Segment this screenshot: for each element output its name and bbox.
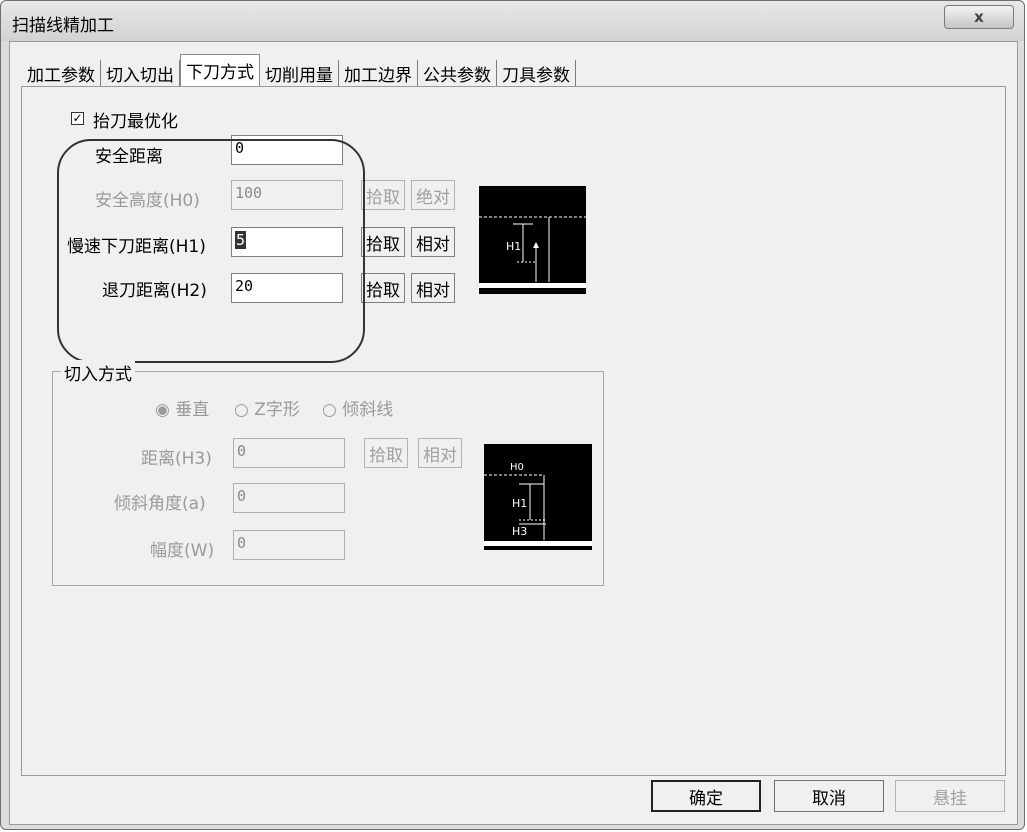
entry-diagram-h1-text: H1: [512, 497, 527, 510]
amplitude-label: 幅度(W): [150, 541, 215, 561]
radio-empty-icon: ○: [234, 400, 249, 420]
safe-height-pick-button[interactable]: 拾取: [361, 180, 405, 210]
tab-tool-params[interactable]: 刀具参数: [497, 60, 576, 86]
ok-button[interactable]: 确定: [651, 780, 761, 812]
tab-strip: 加工参数 切入切出 下刀方式 切削用量 加工边界 公共参数 刀具参数: [22, 54, 576, 86]
slow-feed-pick-button[interactable]: 拾取: [361, 227, 405, 257]
tab-cutting-amount[interactable]: 切削用量: [260, 60, 339, 86]
entry-diagram-h0-text: H0: [510, 462, 524, 473]
dialog-window: 扫描线精加工 x 加工参数 切入切出 下刀方式 切削用量 加工边界 公共参数 刀…: [0, 0, 1025, 830]
entry-pick-button[interactable]: 拾取: [364, 438, 408, 468]
slow-feed-value: 5: [235, 231, 247, 249]
slow-feed-label: 慢速下刀距离(H1): [67, 237, 206, 257]
tab-machining-params[interactable]: 加工参数: [22, 60, 101, 86]
slow-feed-relative-button[interactable]: 相对: [411, 227, 455, 257]
entry-distance-field[interactable]: 0: [233, 438, 345, 468]
plunge-tab-panel: ✓ 抬刀最优化 安全距离 0 安全高度(H0) 100 拾取 绝对 慢速下刀距离…: [21, 86, 1006, 776]
entry-diagram-h3-text: H3: [512, 525, 527, 538]
slow-feed-field[interactable]: 5: [231, 227, 343, 257]
lift-optimize-label: 抬刀最优化: [93, 112, 178, 132]
ramp-angle-label: 倾斜角度(a): [114, 494, 206, 514]
title-bar: 扫描线精加工 x: [1, 1, 1024, 41]
entry-diagram: H0 H1 H3: [484, 444, 592, 550]
tab-machining-boundary[interactable]: 加工边界: [339, 60, 418, 86]
radio-ramp[interactable]: ○ 倾斜线: [322, 395, 393, 420]
ramp-angle-field[interactable]: 0: [233, 483, 345, 513]
lift-diagram: H1: [479, 186, 586, 294]
window-title: 扫描线精加工: [12, 16, 114, 36]
dialog-client: 加工参数 切入切出 下刀方式 切削用量 加工边界 公共参数 刀具参数 ✓ 抬刀最…: [9, 41, 1018, 825]
radio-selected-icon: ◉: [155, 400, 170, 420]
retract-relative-button[interactable]: 相对: [411, 273, 455, 303]
lift-optimize-checkbox[interactable]: ✓: [71, 112, 84, 125]
close-button[interactable]: x: [944, 5, 1014, 29]
radio-zigzag-label: Z字形: [254, 400, 300, 420]
amplitude-field[interactable]: 0: [233, 530, 345, 560]
retract-pick-button[interactable]: 拾取: [361, 273, 405, 303]
safe-distance-field[interactable]: 0: [231, 135, 343, 165]
safe-distance-label: 安全距离: [95, 147, 163, 167]
tab-lead-in-out[interactable]: 切入切出: [101, 60, 180, 86]
tab-plunge-mode[interactable]: 下刀方式: [180, 54, 260, 86]
retract-label: 退刀距离(H2): [102, 281, 207, 301]
close-icon: x: [974, 8, 984, 26]
entry-relative-button[interactable]: 相对: [418, 438, 462, 468]
entry-method-title: 切入方式: [61, 360, 135, 385]
retract-field[interactable]: 20: [231, 273, 343, 303]
entry-distance-label: 距离(H3): [141, 449, 212, 469]
safe-height-label: 安全高度(H0): [95, 191, 200, 211]
tab-common-params[interactable]: 公共参数: [418, 60, 497, 86]
safe-height-absolute-button[interactable]: 绝对: [411, 180, 455, 210]
entry-method-group: 切入方式 ◉ 垂直 ○ Z字形 ○ 倾斜线 距离(H3) 0 拾取 相对 倾斜角…: [52, 360, 604, 586]
lift-diagram-h1-text: H1: [506, 240, 521, 253]
radio-vertical-label: 垂直: [175, 400, 210, 420]
cancel-button[interactable]: 取消: [774, 780, 884, 812]
safe-height-field[interactable]: 100: [231, 180, 343, 210]
radio-vertical[interactable]: ◉ 垂直: [155, 395, 209, 420]
radio-ramp-label: 倾斜线: [342, 400, 394, 420]
radio-zigzag[interactable]: ○ Z字形: [234, 395, 300, 420]
radio-empty-icon: ○: [322, 400, 337, 420]
suspend-button[interactable]: 悬挂: [895, 780, 1005, 812]
